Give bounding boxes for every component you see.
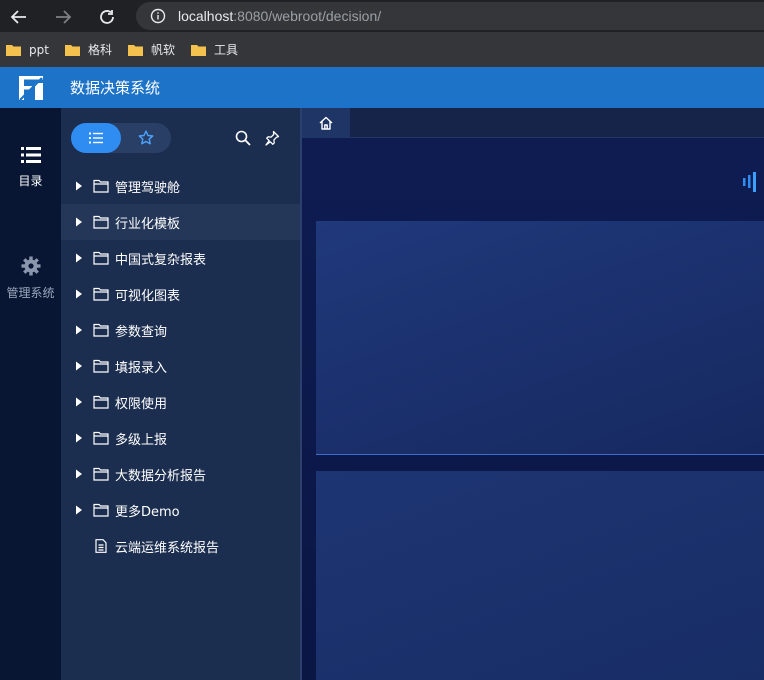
caret-right-icon [76, 433, 82, 443]
tree-item-visual-charts[interactable]: 可视化图表 [61, 276, 300, 312]
tree-item-label: 权限使用 [115, 396, 168, 412]
bookmark-label: 帆软 [150, 43, 175, 57]
back-button[interactable] [8, 6, 30, 28]
tree-item-label: 大数据分析报告 [115, 468, 207, 484]
view-toggle [71, 123, 171, 153]
caret-right-icon [76, 325, 82, 335]
caret-right-icon [76, 217, 82, 227]
url-path: :8080/webroot/decision/ [233, 8, 382, 24]
folder-icon [93, 359, 109, 373]
directory-view-button[interactable] [71, 123, 121, 153]
caret-right-icon [76, 289, 82, 299]
forward-button[interactable] [52, 6, 74, 28]
folder-icon [127, 44, 143, 56]
caret-right-icon [76, 505, 82, 515]
folder-icon [64, 44, 80, 56]
bookmark-tools[interactable]: 工具 [190, 41, 238, 58]
folder-icon [93, 323, 109, 337]
tree-item-bigdata-report[interactable]: 大数据分析报告 [61, 456, 300, 492]
tree-item-label: 管理驾驶舱 [115, 180, 181, 196]
reload-button[interactable] [96, 6, 118, 28]
tree-item-chinese-reports[interactable]: 中国式复杂报表 [61, 240, 300, 276]
bookmark-label: ppt [29, 42, 49, 57]
folder-icon [93, 395, 109, 409]
bookmark-label: 工具 [213, 43, 238, 57]
dashboard-content [302, 138, 764, 680]
info-icon [150, 8, 166, 24]
tree-item-more-demo[interactable]: 更多Demo [61, 492, 300, 528]
pin-icon [265, 130, 280, 146]
bookmark-label: 格科 [87, 43, 112, 57]
search-button[interactable] [235, 130, 251, 146]
gear-icon [21, 256, 40, 276]
tab-bar [302, 108, 764, 138]
rail-label: 目录 [18, 174, 43, 188]
app-title: 数据决策系统 [70, 79, 161, 97]
folder-icon [190, 44, 206, 56]
tree-item-label: 多级上报 [115, 432, 168, 448]
arrow-left-icon [10, 10, 26, 24]
bookmarks-bar: ppt 格科 帆软 工具 [0, 32, 764, 67]
caret-right-icon [76, 181, 82, 191]
list-icon [20, 147, 41, 163]
home-icon [319, 116, 333, 130]
tree-item-cloud-ops-report[interactable]: 云端运维系统报告 [61, 528, 300, 564]
favorites-button[interactable] [131, 123, 161, 153]
tree-item-label: 参数查询 [115, 324, 168, 340]
tree-item-cockpit[interactable]: 管理驾驶舱 [61, 168, 300, 204]
tree-item-label: 更多Demo [115, 504, 180, 520]
reload-icon [100, 10, 114, 24]
tree-item-label: 行业化模板 [115, 216, 181, 232]
directory-tree: 管理驾驶舱 行业化模板 中国式复杂报表 可视化图表 参数查询 填报录入 权限使用… [61, 168, 300, 564]
folder-icon [93, 503, 109, 517]
dashboard-panel-bottom [316, 471, 764, 680]
folder-icon [6, 44, 21, 56]
tree-item-permissions[interactable]: 权限使用 [61, 384, 300, 420]
tree-item-param-query[interactable]: 参数查询 [61, 312, 300, 348]
dashboard-panel-top [316, 221, 764, 455]
rail-item-admin[interactable]: 管理系统 [0, 256, 61, 301]
folder-icon [93, 287, 109, 301]
folder-icon [93, 179, 109, 193]
tree-item-label: 可视化图表 [115, 288, 181, 304]
caret-right-icon [76, 397, 82, 407]
directory-panel: 管理驾驶舱 行业化模板 中国式复杂报表 可视化图表 参数查询 填报录入 权限使用… [61, 108, 300, 680]
bookmark-fanruan[interactable]: 帆软 [127, 41, 175, 58]
caret-right-icon [76, 469, 82, 479]
caret-right-icon [76, 361, 82, 371]
search-icon [235, 130, 251, 146]
tree-item-multilevel-report[interactable]: 多级上报 [61, 420, 300, 456]
app-header: 数据决策系统 [0, 67, 764, 108]
star-icon [138, 130, 154, 145]
browser-toolbar: localhost:8080/webroot/decision/ [0, 0, 764, 32]
bookmark-geke[interactable]: 格科 [64, 41, 112, 58]
folder-icon [93, 215, 109, 229]
signal-bars-icon [743, 172, 756, 192]
folder-icon [93, 431, 109, 445]
list-icon [89, 132, 103, 144]
tree-item-label: 填报录入 [115, 360, 168, 376]
tab-home[interactable] [302, 108, 350, 138]
pin-button[interactable] [264, 130, 280, 146]
bookmark-ppt[interactable]: ppt [6, 43, 49, 57]
address-bar[interactable]: localhost:8080/webroot/decision/ [136, 2, 764, 30]
fr-logo-icon [19, 75, 43, 101]
url-host: localhost [178, 8, 234, 24]
file-icon [95, 539, 107, 553]
tree-item-label: 中国式复杂报表 [115, 252, 207, 268]
tree-item-data-entry[interactable]: 填报录入 [61, 348, 300, 384]
tree-item-industry-templates[interactable]: 行业化模板 [61, 204, 300, 240]
nav-rail: 目录 管理系统 [0, 108, 61, 680]
folder-icon [93, 251, 109, 265]
arrow-right-icon [56, 10, 72, 24]
rail-item-directory[interactable]: 目录 [0, 146, 61, 189]
tree-item-label: 云端运维系统报告 [115, 540, 220, 556]
rail-label: 管理系统 [6, 286, 55, 300]
caret-right-icon [76, 253, 82, 263]
folder-icon [93, 467, 109, 481]
